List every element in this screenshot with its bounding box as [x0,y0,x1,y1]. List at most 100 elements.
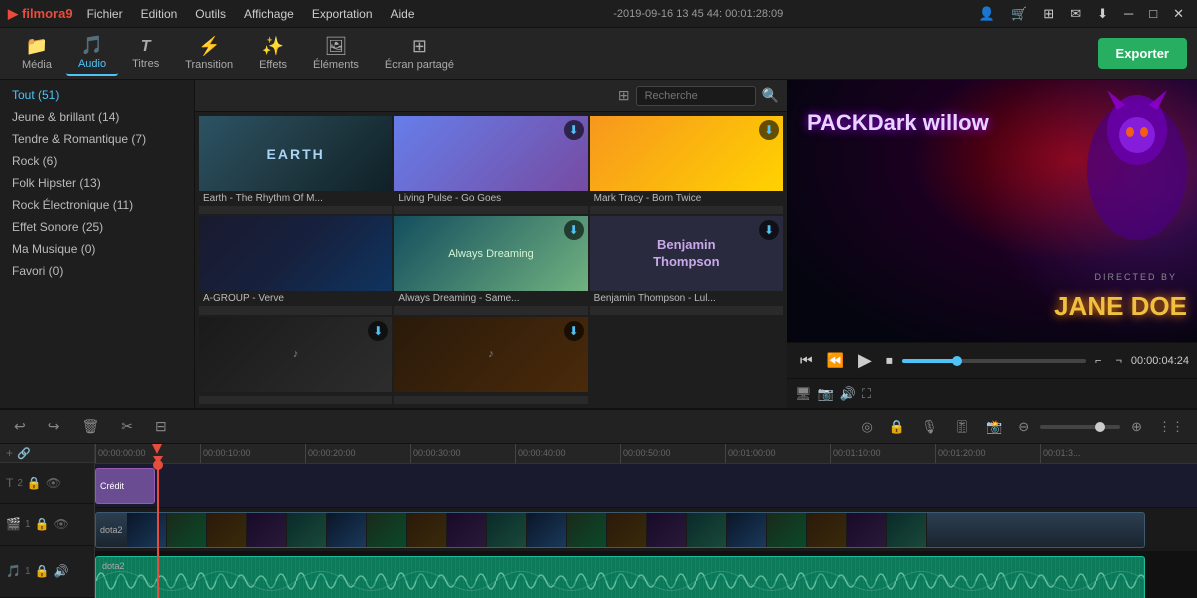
lock-audio-icon[interactable]: 🔒 [35,564,50,578]
progress-track[interactable] [902,359,1086,363]
media-card-pulse[interactable]: ⬇ Living Pulse - Go Goes [394,116,587,214]
media-card-benjamin[interactable]: BenjaminThompson ⬇ Benjamin Thompson - L… [590,216,783,314]
sidebar-item-rock[interactable]: Rock (6) [0,150,194,172]
monitor-icon[interactable]: 🖥 [795,386,812,402]
step-back-button[interactable]: ⏪ [822,350,849,371]
media-card-row3b[interactable]: ♪ ⬇ [394,317,587,404]
ruler-mark-0: 00:00:00:00 [95,444,146,463]
eye-video-icon[interactable]: 👁 [53,517,68,531]
menu-aide[interactable]: Aide [383,5,423,23]
toolbar-media[interactable]: 📁 Média [10,32,64,75]
sidebar-item-tendre[interactable]: Tendre & Romantique (7) [0,128,194,150]
redo-button[interactable]: ↪ [42,416,66,437]
minimize-button[interactable]: ─ [1119,4,1138,23]
media-label-mark: Mark Tracy - Born Twice [590,191,783,206]
download-row3b-button[interactable]: ⬇ [564,321,584,341]
play-button[interactable]: ▶ [853,348,877,373]
lock-video-icon[interactable]: 🔒 [35,517,50,531]
toolbar-titles[interactable]: T Titres [120,34,171,74]
zoom-track[interactable] [1040,425,1120,429]
toolbar-elements[interactable]: 🖼 Éléments [301,32,371,75]
waveform-svg [96,557,1144,598]
media-card-group[interactable]: A-GROUP - Verve [199,216,392,314]
eye-title-icon[interactable]: 👁 [46,476,61,490]
search-icon[interactable]: 🔍 [762,87,779,104]
menu-exportation[interactable]: Exportation [304,5,381,23]
delete-button[interactable]: 🗑 [75,416,105,437]
media-toolbar: ⊞ 🔍 [195,80,787,112]
lock-title-icon[interactable]: 🔒 [27,476,42,490]
mute-audio-icon[interactable]: 🔊 [53,564,68,578]
frame-18 [807,513,847,547]
audio-track-header: 🎵 1 🔒 🔊 [0,546,94,598]
add-track-icon[interactable]: + [6,446,13,460]
grid-icon[interactable]: ⊞ [1038,4,1059,24]
download-icon[interactable]: ⬇ [1092,4,1113,24]
stop-button[interactable]: ⏹ [881,350,898,371]
magnet-icon[interactable]: 🔒 [884,417,910,437]
media-label-row3a [199,392,392,396]
skip-back-button[interactable]: ⏮ [795,350,818,371]
sidebar-item-folk[interactable]: Folk Hipster (13) [0,172,194,194]
download-always-button[interactable]: ⬇ [564,220,584,240]
ripple-icon[interactable]: ◎ [856,417,877,437]
tracks-area: Crédit dota2 [95,464,1197,598]
split-button[interactable]: ⊟ [149,416,173,437]
export-button[interactable]: Exporter [1098,38,1187,69]
minus-zoom-icon[interactable]: ⊖ [1013,417,1034,437]
transition-icon: ⚡ [198,36,220,57]
timeline-right-tools: ◎ 🔒 🎙 🎚 📸 ⊖ ⊕ ⋮⋮ [856,417,1189,437]
toolbar-audio[interactable]: 🎵 Audio [66,31,118,76]
in-point-icon[interactable]: ⌐ [1090,353,1106,369]
timeline-ruler[interactable]: 00:00:00:00 00:00:10:00 00:00:20:00 00:0… [95,444,1197,464]
grid-view-icon[interactable]: ⊞ [618,87,630,104]
preview-directed-text: DIRECTED BY [1094,272,1177,282]
toolbar-splitscreen[interactable]: ⊞ Écran partagé [373,32,466,75]
out-point-icon[interactable]: ¬ [1110,353,1126,369]
plus-zoom-icon[interactable]: ⊕ [1126,417,1147,437]
more-icon[interactable]: ⋮⋮ [1153,417,1189,437]
video-track-header: 🎬 1 🔒 👁 [0,504,94,545]
media-card-row3a[interactable]: ♪ ⬇ [199,317,392,404]
cut-button[interactable]: ✂ [115,416,139,437]
sidebar-item-all[interactable]: Tout (51) [0,84,194,106]
close-button[interactable]: ✕ [1168,4,1189,24]
sidebar-item-rock-elec[interactable]: Rock Électronique (11) [0,194,194,216]
undo-button[interactable]: ↩ [8,416,32,437]
sidebar-item-effet[interactable]: Effet Sonore (25) [0,216,194,238]
title-clip-credit[interactable]: Crédit [95,468,155,504]
media-card-always[interactable]: Always Dreaming ⬇ Always Dreaming - Same… [394,216,587,314]
menu-outils[interactable]: Outils [187,5,234,23]
timeline: ↩ ↪ 🗑 ✂ ⊟ ◎ 🔒 🎙 🎚 📸 ⊖ ⊕ ⋮⋮ + 🔗 [0,408,1197,598]
snapshot-icon[interactable]: 📸 [981,417,1007,437]
audio-mix-icon[interactable]: 🎚 [948,417,975,437]
media-thumb-row3b: ♪ [394,317,587,392]
sidebar-item-jeune[interactable]: Jeune & brillant (14) [0,106,194,128]
download-pulse-button[interactable]: ⬇ [564,120,584,140]
sidebar-item-ma-musique[interactable]: Ma Musique (0) [0,238,194,260]
volume-icon[interactable]: 🔊 [840,386,856,402]
link-track-icon[interactable]: 🔗 [17,447,31,460]
toolbar-effects[interactable]: ✨ Effets [247,32,299,75]
audio-clip-dota2[interactable]: dota2 [95,556,1145,598]
media-card-mark[interactable]: ⬇ Mark Tracy - Born Twice [590,116,783,214]
maximize-button[interactable]: □ [1144,4,1162,23]
cart-icon[interactable]: 🛒 [1006,4,1032,24]
splitscreen-icon: ⊞ [412,36,427,57]
download-mark-button[interactable]: ⬇ [759,120,779,140]
mail-icon[interactable]: ✉ [1065,4,1086,24]
sidebar-item-favori[interactable]: Favori (0) [0,260,194,282]
media-card-earth[interactable]: EARTH Earth - The Rhythm Of M... [199,116,392,214]
download-row3a-button[interactable]: ⬇ [368,321,388,341]
search-input[interactable] [636,86,756,106]
menu-edition[interactable]: Edition [133,5,186,23]
menu-fichier[interactable]: Fichier [79,5,131,23]
menu-affichage[interactable]: Affichage [236,5,302,23]
main-area: Tout (51) Jeune & brillant (14) Tendre &… [0,80,1197,408]
camera-icon[interactable]: 📷 [818,386,834,402]
toolbar-transition[interactable]: ⚡ Transition [173,32,245,75]
mic-icon[interactable]: 🎙 [916,417,943,437]
video-clip-dota2[interactable]: dota2 [95,512,1145,548]
fullscreen-icon[interactable]: ⛶ [862,386,871,402]
user-icon[interactable]: 👤 [974,4,1000,24]
